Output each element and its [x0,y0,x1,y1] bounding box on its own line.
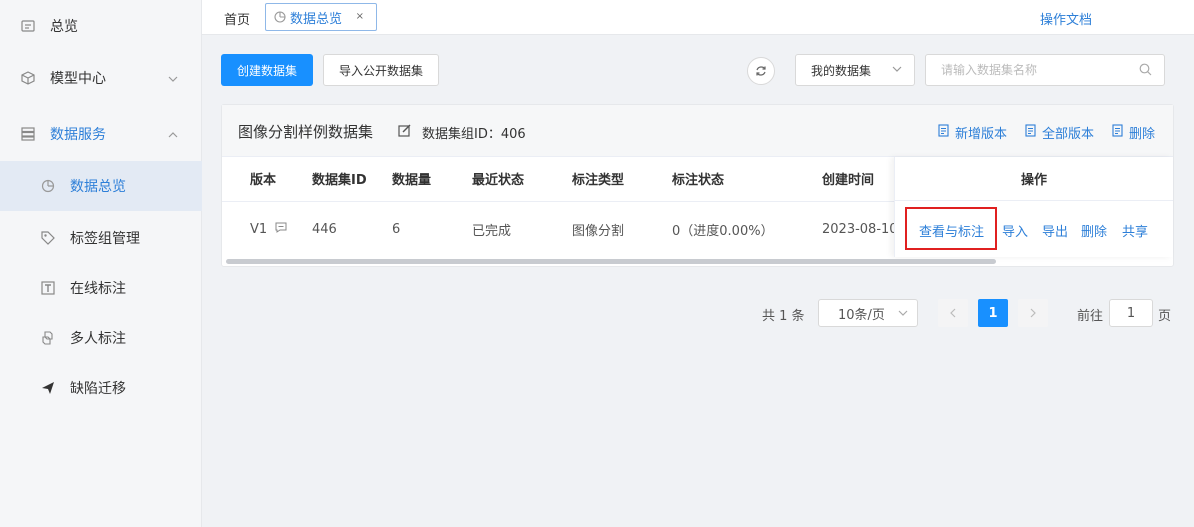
tab-home[interactable]: 首页 [224,9,250,28]
page-size-value: 10条/页 [838,307,885,323]
pie-chart-icon [40,178,56,194]
search-input[interactable] [941,55,1141,85]
export-link[interactable]: 导出 [1042,221,1068,240]
sidebar-item-label: 标签组管理 [70,231,140,247]
chevron-down-icon [898,308,908,319]
add-version-button[interactable]: 新增版本 [938,123,1007,142]
sidebar-item-label: 总览 [50,19,78,35]
annotation-type-cell: 图像分割 [572,223,625,239]
chevron-left-icon [950,308,956,318]
all-versions-button[interactable]: 全部版本 [1025,123,1094,142]
column-header: 数据集ID [312,157,392,202]
sidebar-item-label: 缺陷迁移 [70,381,126,397]
sidebar-item-defect-migration[interactable]: 缺陷迁移 [0,363,202,413]
tab-data-overview[interactable]: 数据总览 × [265,3,377,31]
version-cell: V1 [222,201,312,257]
add-version-label: 新增版本 [955,127,1008,142]
ops-column: 操作 查看与标注 导入 导出 删除 共享 [894,157,1173,257]
goto-page-input[interactable]: 1 [1109,299,1153,327]
sidebar-item-label: 在线标注 [70,281,126,297]
docs-link[interactable]: 操作文档 [1040,9,1092,28]
pagination-total: 共 1 条 [762,309,805,324]
sidebar-item-label: 多人标注 [70,331,126,347]
ops-row: 查看与标注 导入 导出 删除 共享 [895,201,1174,257]
comment-icon[interactable] [275,222,287,237]
card-header: 图像分割样例数据集 数据集组ID：406 新增版本 全部版本 删除 [222,105,1173,157]
dataset-id-cell: 446 [312,221,337,237]
goto-label: 前往 [1077,309,1104,324]
top-tab-bar: 首页 数据总览 × 操作文档 [202,0,1194,35]
create-dataset-button[interactable]: 创建数据集 [221,54,313,86]
sidebar-item-label: 数据总览 [70,179,126,195]
delete-group-label: 删除 [1129,127,1156,142]
sidebar-item-data-service[interactable]: 数据服务 [0,109,202,159]
document-icon [1025,124,1036,141]
share-link[interactable]: 共享 [1122,221,1148,240]
page-size-select[interactable]: 10条/页 [818,299,918,327]
column-header: 操作 [895,157,1173,201]
view-annotate-link[interactable]: 查看与标注 [919,221,984,240]
cubes-icon [40,330,56,346]
text-box-icon [40,280,56,296]
chevron-down-icon [168,72,178,85]
prev-page-button[interactable] [938,299,968,327]
chevron-up-icon [168,128,178,141]
sidebar-item-multi-annotation[interactable]: 多人标注 [0,313,202,363]
delete-link[interactable]: 删除 [1081,221,1107,240]
close-icon[interactable]: × [356,11,364,22]
sidebar-item-label: 数据服务 [50,127,106,143]
dataset-group-card: 图像分割样例数据集 数据集组ID：406 新增版本 全部版本 删除 版本 数据集… [221,104,1174,267]
tab-label: 数据总览 [290,11,343,27]
pie-chart-icon [274,11,286,23]
refresh-icon [756,66,766,76]
dataset-search [925,54,1165,86]
all-versions-label: 全部版本 [1042,127,1095,142]
status-cell: 已完成 [472,223,512,239]
column-header: 最近状态 [472,157,572,202]
sidebar-item-online-annotation[interactable]: 在线标注 [0,263,202,313]
annotation-status-cell: 0（进度0.00%） [672,223,774,239]
dataset-group-id: 数据集组ID：406 [422,127,526,142]
sidebar-item-tag-groups[interactable]: 标签组管理 [0,213,202,263]
document-icon [1112,124,1123,141]
refresh-button[interactable] [747,57,775,85]
count-cell: 6 [392,221,401,237]
column-header: 标注状态 [672,157,822,202]
chevron-right-icon [1030,308,1036,318]
cube-icon [20,70,36,86]
tag-icon [40,230,56,246]
sidebar-item-data-overview[interactable]: 数据总览 [0,161,202,211]
page-suffix: 页 [1158,309,1172,324]
delete-group-button[interactable]: 删除 [1112,123,1155,142]
column-header: 标注类型 [572,157,672,202]
send-icon [40,380,56,396]
database-icon [20,126,36,142]
search-icon[interactable] [1139,63,1152,80]
horizontal-scrollbar[interactable] [226,259,996,264]
sidebar-item-model-center[interactable]: 模型中心 [0,53,202,103]
edit-icon[interactable] [398,124,411,141]
sidebar: 总览 模型中心 数据服务 数据总览 标签组管理 在线标注 多人标注 缺陷迁移 [0,0,202,527]
chevron-down-icon [892,64,902,75]
sidebar-item-label: 模型中心 [50,71,106,87]
overview-icon [20,18,36,34]
next-page-button[interactable] [1018,299,1048,327]
column-header: 版本 [222,157,312,202]
page-number-current[interactable]: 1 [978,299,1008,327]
column-header: 数据量 [392,157,472,202]
dataset-filter-value: 我的数据集 [811,63,872,78]
dataset-filter-select[interactable]: 我的数据集 [795,54,915,86]
sidebar-item-overview[interactable]: 总览 [0,1,202,51]
import-link[interactable]: 导入 [1002,221,1028,240]
document-icon [938,124,949,141]
import-public-dataset-button[interactable]: 导入公开数据集 [323,54,439,86]
dataset-group-title: 图像分割样例数据集 [238,123,374,141]
version-label: V1 [250,221,268,237]
